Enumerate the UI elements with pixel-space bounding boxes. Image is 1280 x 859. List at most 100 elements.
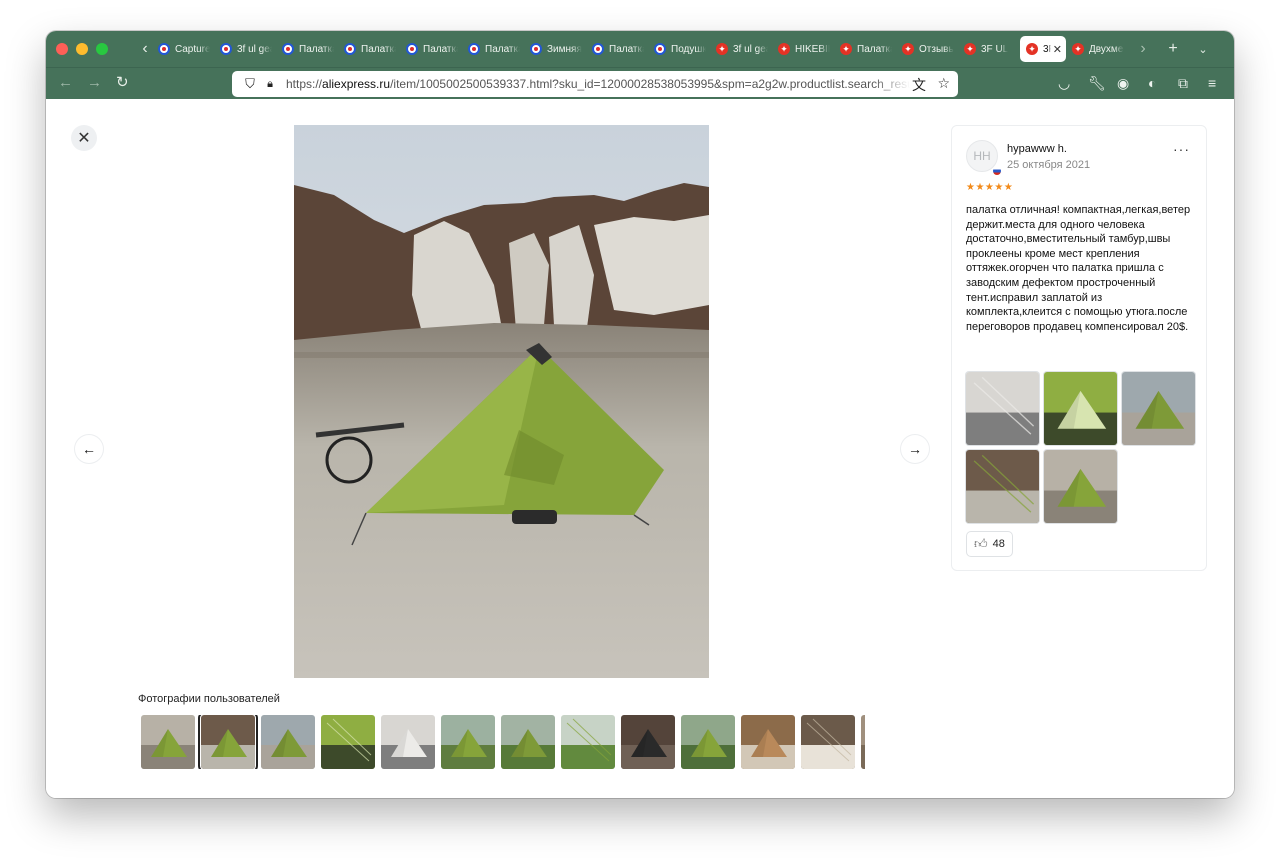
tab-title: Двухместная [1089,43,1124,55]
review-photo-thumbnail[interactable] [1044,372,1117,445]
user-photo-thumbnail[interactable] [801,715,855,769]
zoom-window-button[interactable] [96,43,108,55]
photo-thumbnail-image [201,715,255,769]
browser-tab[interactable]: Палатка [338,36,400,62]
tab-title: Палатка [857,43,892,55]
tab-title: 3f ul gear [237,43,272,55]
photo-thumbnail-image [561,715,615,769]
url-text[interactable]: https://aliexpress.ru/item/1005002500539… [286,77,910,91]
tab-title: Палатка [361,43,396,55]
photo-thumbnail-image [966,450,1039,523]
aliexpress-favicon-icon: ✦ [902,43,914,55]
aliexpress-favicon-icon: ✦ [840,43,852,55]
browser-tab[interactable]: ✦ 3F UL [958,36,1020,62]
user-photo-thumbnail[interactable] [561,715,615,769]
user-photo-thumbnail[interactable] [261,715,315,769]
site-favicon-icon [344,43,356,55]
browser-tab[interactable]: Палатка [586,36,648,62]
arrow-right-icon[interactable]: → [901,435,929,463]
menu-icon[interactable]: ≡ [1208,75,1216,91]
tab-title: 3F UL [1043,43,1051,55]
browser-tab[interactable]: Подушка [648,36,710,62]
photo-thumbnail-image [381,715,435,769]
review-photo-thumbnail[interactable] [1122,372,1195,445]
back-icon[interactable]: ← [58,75,73,91]
user-photo-thumbnail[interactable] [681,715,735,769]
navigation-bar: ← → ↻ ⛉ 🔒︎ https://aliexpress.ru/item/10… [46,67,1234,100]
tab-title: Палатка [423,43,458,55]
scroll-tabs-right-icon[interactable]: › [1128,40,1158,58]
photo-thumbnail-image [261,715,315,769]
tab-title: Палатка [299,43,334,55]
list-all-tabs-icon[interactable]: ⌄ [1188,43,1218,56]
browser-tab[interactable]: ✦ Палатка [834,36,896,62]
user-photo-thumbnail[interactable] [321,715,375,769]
tent-photo-image [294,125,709,678]
user-photo-thumbnail[interactable] [501,715,555,769]
new-tab-button[interactable]: + [1158,40,1188,58]
account-icon[interactable]: ◉ [1117,75,1129,91]
review-photo-thumbnail[interactable] [966,372,1039,445]
user-photo-thumbnail[interactable] [198,715,258,769]
browser-tab[interactable]: ✦ Двухместная [1066,36,1128,62]
browser-tab[interactable]: ✦ 3F UL✕ [1020,36,1066,62]
user-photo-thumbnail[interactable] [381,715,435,769]
browser-tab[interactable]: Capture [152,36,214,62]
arrow-left-icon[interactable]: ← [75,435,103,463]
browser-tab[interactable]: ✦ 3f ul gear [710,36,772,62]
user-photos-strip [141,715,865,769]
tab-strip: ‹ Capture 3f ul gear Палатка Палатка Палатка… [46,31,1234,67]
browser-tab[interactable]: 3f ul gear [214,36,276,62]
tab-title: Палатка [609,43,644,55]
photo-thumbnail-image [321,715,375,769]
review-photo-viewer: ✕ ← → Фотографии пользователей HH hypaww… [46,99,1234,798]
address-bar[interactable]: ⛉ 🔒︎ https://aliexpress.ru/item/10050025… [232,71,958,97]
thumbs-up-icon: 👍︎ [974,536,988,551]
close-window-button[interactable] [56,43,68,55]
aliexpress-favicon-icon: ✦ [964,43,976,55]
user-photo-thumbnail[interactable] [621,715,675,769]
user-photo-thumbnail[interactable] [141,715,195,769]
privacy-shield-icon[interactable]: ◐ [1148,75,1156,91]
star-rating: ★★★★★ [966,182,1014,193]
site-favicon-icon [220,43,232,55]
review-photo-thumbnail[interactable] [966,450,1039,523]
user-photo-thumbnail[interactable] [861,715,865,769]
extensions-icon[interactable]: ⧉ [1178,75,1188,91]
shield-icon[interactable]: ⛉ [240,76,260,92]
scroll-tabs-left-icon[interactable]: ‹ [138,40,152,58]
lock-icon[interactable]: 🔒︎ [260,78,280,91]
bookmark-star-icon[interactable]: ☆ [937,75,950,92]
user-photo-thumbnail[interactable] [741,715,795,769]
tab-title: Зимняя [547,43,582,55]
review-photo-thumbnail[interactable] [1044,450,1117,523]
browser-tab[interactable]: ✦ HIKEBIKE [772,36,834,62]
translate-icon[interactable]: 文 [912,75,926,95]
close-tab-icon[interactable]: ✕ [1053,43,1062,56]
photo-thumbnail-image [621,715,675,769]
browser-tab[interactable]: Палатка [400,36,462,62]
browser-tab[interactable]: Палатка [462,36,524,62]
browser-tab[interactable]: Зимняя [524,36,586,62]
photo-thumbnail-image [501,715,555,769]
pocket-icon[interactable]: ◡ [1058,75,1070,91]
tab-list: Capture 3f ul gear Палатка Палатка Палатка Па… [152,31,1128,67]
forward-icon[interactable]: → [87,75,102,91]
browser-tab[interactable]: Палатка [276,36,338,62]
tab-title: Подушка [671,43,706,55]
photo-thumbnail-image [861,715,865,769]
photo-thumbnail-image [441,715,495,769]
user-photo-thumbnail[interactable] [441,715,495,769]
minimize-window-button[interactable] [76,43,88,55]
like-button[interactable]: 👍︎ 48 [966,531,1013,557]
site-favicon-icon [468,43,480,55]
more-options-button[interactable]: ··· [1173,141,1190,157]
aliexpress-favicon-icon: ✦ [778,43,790,55]
reload-icon[interactable]: ↻ [116,75,129,91]
browser-tab[interactable]: ✦ Отзывы [896,36,958,62]
like-count: 48 [992,538,1005,550]
aliexpress-favicon-icon: ✦ [716,43,728,55]
close-icon[interactable]: ✕ [71,125,97,151]
main-review-photo [294,125,709,678]
wrench-icon[interactable]: 🔧︎ [1088,75,1106,91]
